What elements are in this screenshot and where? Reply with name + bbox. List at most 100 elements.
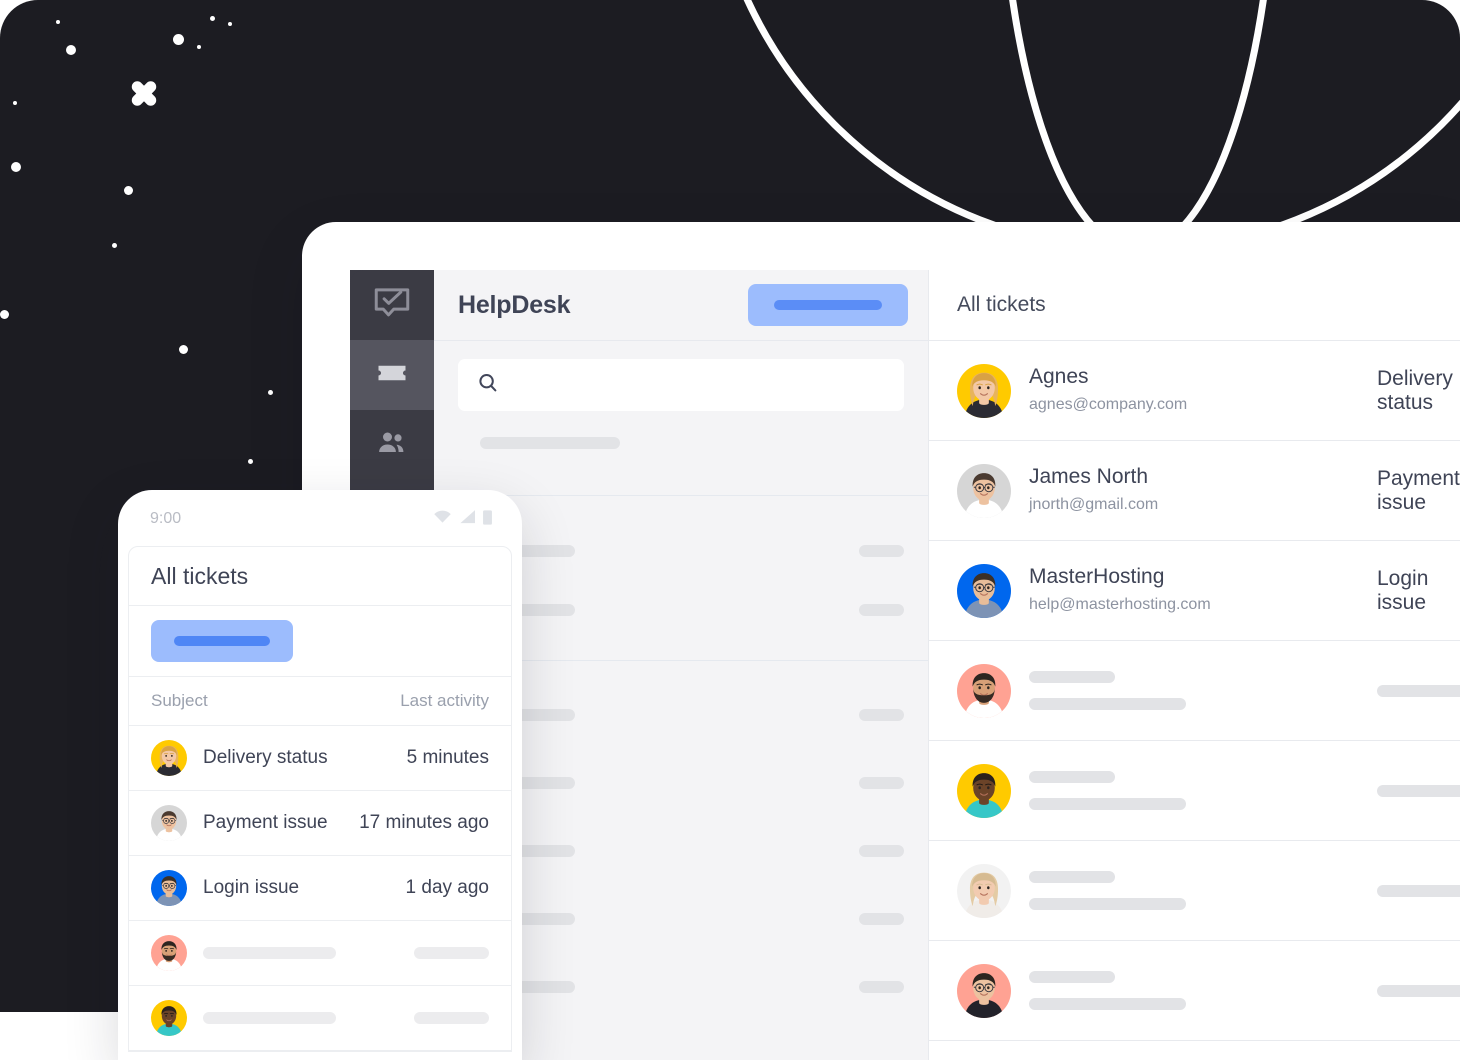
star-decoration <box>124 186 133 195</box>
skeleton-row <box>458 845 904 857</box>
star-decoration <box>179 345 188 354</box>
people-icon <box>374 425 410 466</box>
primary-action-button[interactable] <box>748 284 908 326</box>
table-row[interactable]: James North jnorth@gmail.com Payment issue <box>929 441 1460 541</box>
skeleton-bar <box>1029 871 1115 883</box>
signal-icon <box>459 509 476 529</box>
requester-email: agnes@company.com <box>1029 395 1188 413</box>
skeleton-bar <box>1029 971 1115 983</box>
table-row[interactable]: Agnes agnes@company.com Delivery status <box>929 341 1460 441</box>
skeleton-bar <box>859 604 904 616</box>
star-decoration <box>173 34 184 45</box>
skeleton-bar <box>1029 698 1186 710</box>
skeleton-bar <box>414 947 489 959</box>
avatar <box>957 963 1011 1018</box>
battery-icon <box>483 509 492 530</box>
skeleton-bar <box>859 845 904 857</box>
column-header-last-activity: Last activity <box>400 691 489 710</box>
wifi-icon <box>433 509 452 529</box>
list-item[interactable] <box>129 986 511 1051</box>
star-decoration <box>197 45 201 49</box>
ticket-subject <box>1377 684 1460 697</box>
skeleton-row <box>458 709 904 721</box>
table-row[interactable] <box>929 741 1460 841</box>
ticket-requester <box>1029 971 1359 1010</box>
ticket-requester: James North jnorth@gmail.com <box>1029 464 1359 516</box>
phone-status-bar: 9:00 <box>118 490 522 542</box>
table-row[interactable]: MasterHosting help@masterhosting.com Login… <box>929 541 1460 641</box>
ticket-last-activity: 5 minutes <box>406 747 489 768</box>
chat-check-icon <box>371 282 413 329</box>
star-decoration <box>268 390 273 395</box>
list-item[interactable] <box>129 921 511 986</box>
ticket-requester <box>1029 771 1359 810</box>
all-tickets-rows: Agnes agnes@company.com Delivery status Jam… <box>929 341 1460 1041</box>
all-tickets-title: All tickets <box>957 293 1046 316</box>
ticket-subject: Delivery status <box>1377 366 1453 414</box>
ticket-requester: MasterHosting help@masterhosting.com <box>1029 564 1359 616</box>
skeleton-bar <box>1029 998 1186 1010</box>
app-brand-title: HelpDesk <box>458 290 571 319</box>
app-header: HelpDesk <box>434 270 928 341</box>
sidebar-item-tickets[interactable] <box>350 340 434 410</box>
star-decoration <box>112 243 117 248</box>
ticket-subject: Login issue <box>203 877 300 898</box>
ticket-subject <box>1377 784 1460 797</box>
list-item[interactable]: Login issue 1 day ago <box>129 856 511 921</box>
skeleton-bar <box>1029 898 1186 910</box>
skeleton-bar <box>859 981 904 993</box>
skeleton-bar <box>859 913 904 925</box>
star-decoration <box>210 16 215 21</box>
list-item[interactable]: Delivery status 5 minutes <box>129 726 511 791</box>
avatar <box>957 863 1011 918</box>
mobile-action-row <box>129 606 511 677</box>
skeleton-bar <box>414 1012 489 1024</box>
avatar <box>957 763 1011 818</box>
skeleton-bar <box>1377 884 1460 897</box>
avatar <box>151 740 187 776</box>
star-decoration <box>13 101 17 105</box>
requester-name: MasterHosting <box>1029 565 1165 589</box>
mobile-tickets-card: All tickets Subject Last activity Delive… <box>128 546 512 1052</box>
skeleton-row <box>458 913 904 925</box>
star-decoration <box>228 22 232 26</box>
ticket-requester: Agnes agnes@company.com <box>1029 364 1359 416</box>
ticket-subject: Payment issue <box>203 812 328 833</box>
phone-clock: 9:00 <box>150 510 182 527</box>
requester-email: help@masterhosting.com <box>1029 595 1211 613</box>
avatar <box>957 463 1011 518</box>
sidebar-item-logo[interactable] <box>350 270 434 340</box>
ticket-requester <box>1029 871 1359 910</box>
x-sparkle-icon <box>127 76 161 110</box>
skeleton-bar <box>1377 684 1460 697</box>
all-tickets-panel: All tickets Agnes agnes@company.com Delive… <box>928 270 1460 1060</box>
all-tickets-header: All tickets <box>929 270 1460 341</box>
list-item[interactable]: Payment issue 17 minutes ago <box>129 791 511 856</box>
mobile-ticket-rows: Delivery status 5 minutes Payment issue 17 … <box>129 726 511 1051</box>
ticket-subject: Login issue <box>1377 566 1429 614</box>
ticket-subject: Payment issue <box>1377 466 1460 514</box>
ticket-last-activity: 17 minutes ago <box>359 812 489 833</box>
ticket-last-activity: 1 day ago <box>405 877 489 898</box>
mobile-primary-action-button[interactable] <box>151 620 293 662</box>
avatar <box>151 1000 187 1036</box>
skeleton-bar <box>1029 671 1115 683</box>
requester-name: Agnes <box>1029 365 1089 389</box>
sidebar-item-contacts[interactable] <box>350 410 434 480</box>
skeleton-row <box>458 981 904 993</box>
mobile-page-title: All tickets <box>129 547 511 606</box>
skeleton-bar <box>859 709 904 721</box>
skeleton-bar <box>1029 798 1186 810</box>
table-row[interactable] <box>929 641 1460 741</box>
star-decoration <box>0 310 9 319</box>
star-decoration <box>248 459 253 464</box>
search-input[interactable] <box>458 359 904 411</box>
search-icon <box>476 371 500 400</box>
skeleton-row <box>458 777 904 789</box>
mobile-app-window: 9:00 All tickets Subject Last activity D… <box>118 490 522 1060</box>
table-row[interactable] <box>929 841 1460 941</box>
table-row[interactable] <box>929 941 1460 1041</box>
avatar <box>151 805 187 841</box>
skeleton-bar <box>1029 771 1115 783</box>
requester-email: jnorth@gmail.com <box>1029 495 1159 513</box>
